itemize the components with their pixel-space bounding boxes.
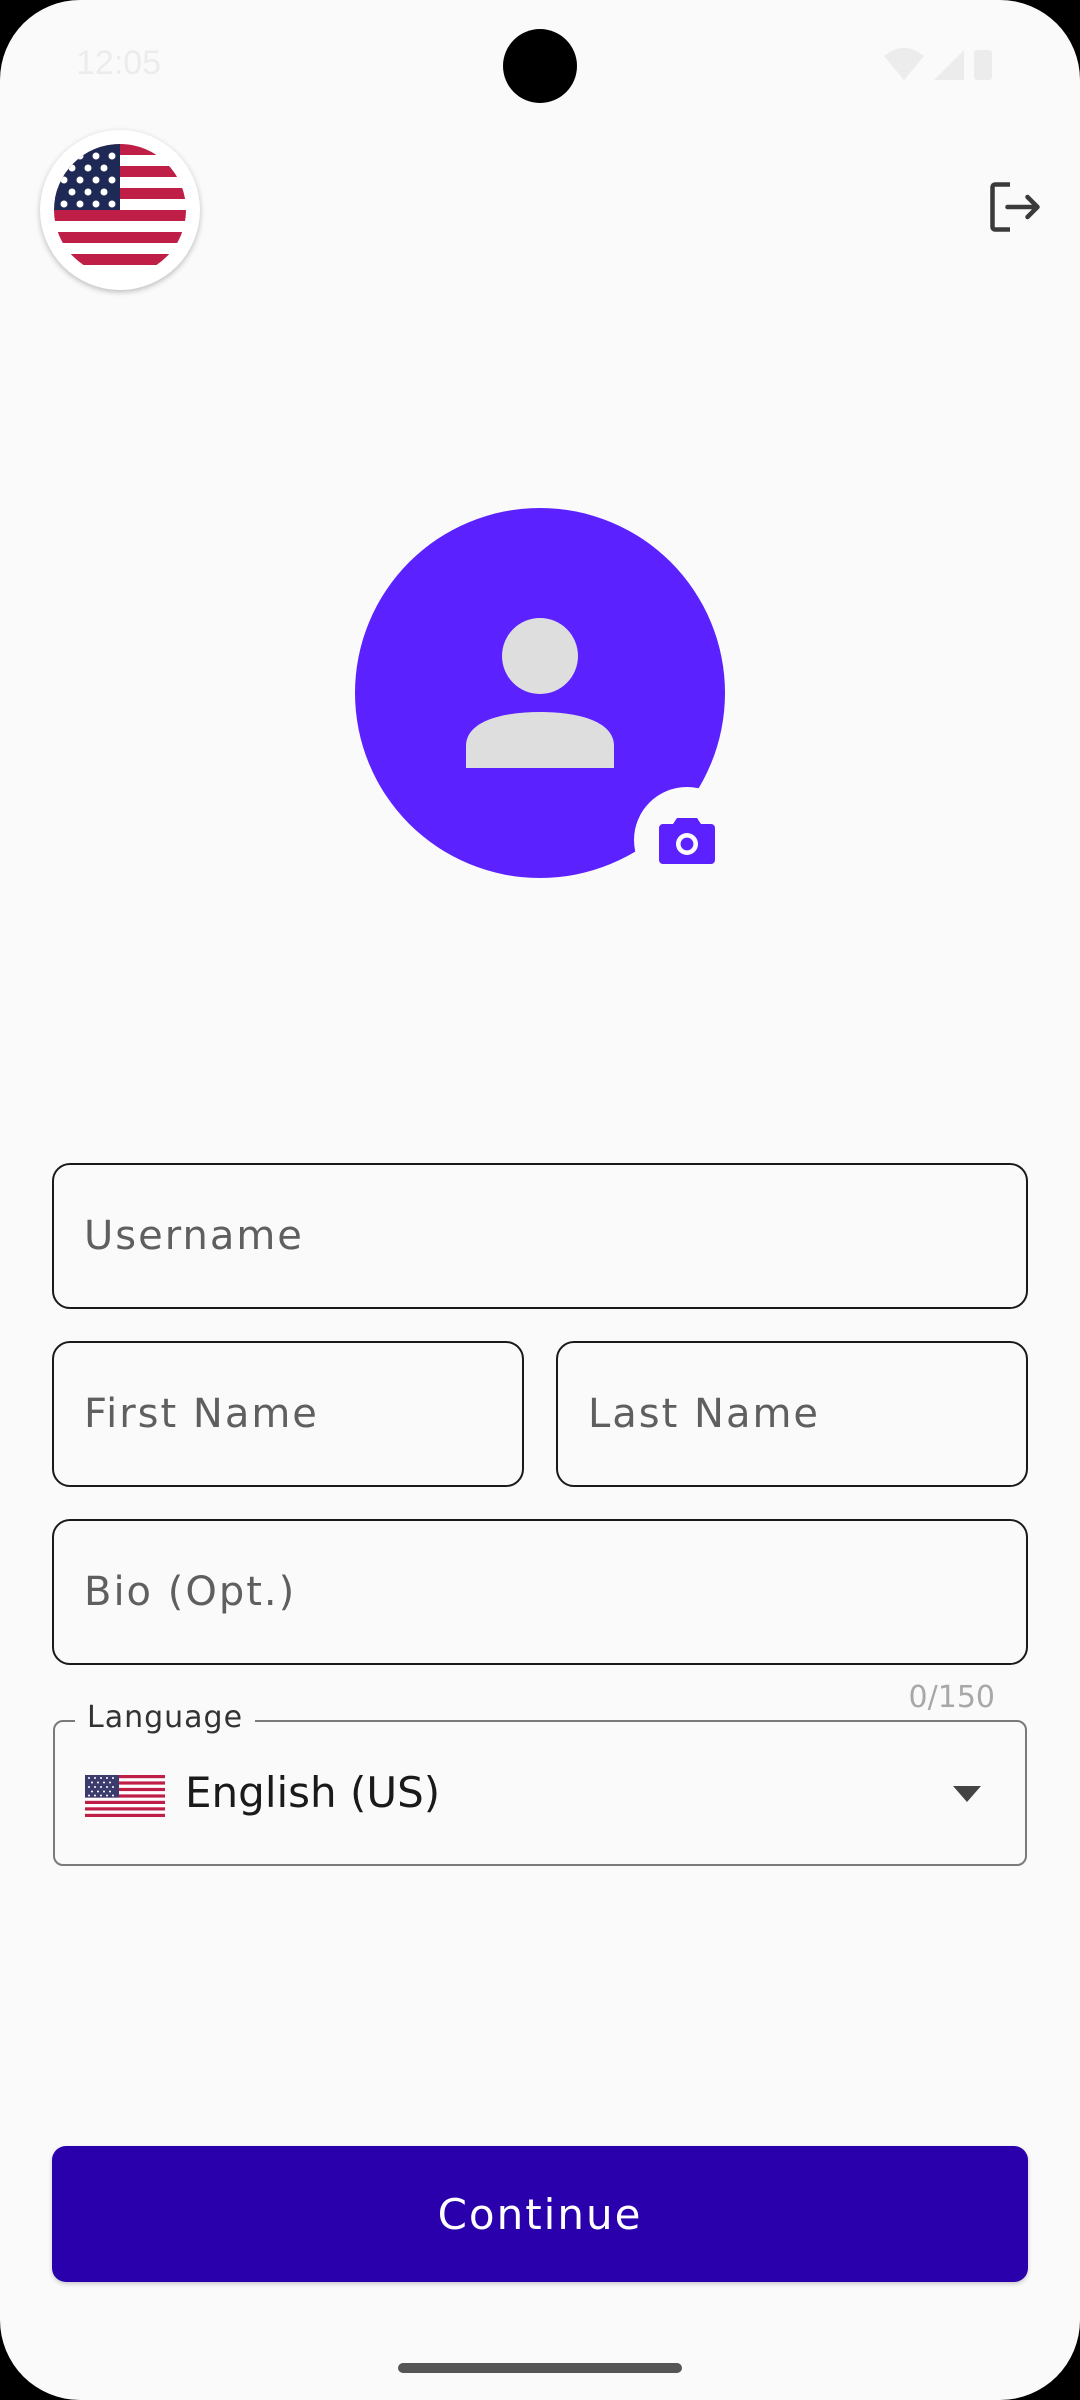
country-selector-button[interactable] [40, 130, 200, 290]
status-time: 12:05 [76, 44, 162, 82]
chevron-down-icon [953, 1786, 981, 1802]
username-field[interactable] [52, 1163, 1028, 1309]
first-name-field[interactable] [52, 1341, 524, 1487]
status-icons [884, 48, 992, 80]
bio-character-counter: 0/150 [908, 1680, 995, 1715]
language-label: Language [75, 1700, 256, 1735]
camera-cutout [503, 29, 577, 103]
username-input[interactable] [54, 1165, 1026, 1307]
wifi-icon [884, 48, 924, 80]
home-indicator[interactable] [398, 2363, 682, 2373]
signal-icon [934, 50, 964, 80]
language-select[interactable]: Language English (US) [53, 1700, 1027, 1866]
last-name-input[interactable] [558, 1343, 1026, 1485]
status-bar: 12:05 [0, 0, 1080, 130]
bio-field[interactable] [52, 1519, 1028, 1665]
logout-icon [990, 182, 1040, 232]
continue-button[interactable]: Continue [52, 2146, 1028, 2282]
bio-input[interactable] [54, 1521, 1026, 1663]
us-flag-icon [54, 144, 186, 276]
first-name-input[interactable] [54, 1343, 522, 1485]
camera-icon [659, 818, 715, 864]
logout-button[interactable] [978, 170, 1052, 244]
change-photo-button[interactable] [634, 787, 740, 893]
battery-icon [974, 50, 992, 80]
app-screen: 12:05 Username First Name Last Name Bio … [0, 0, 1080, 2400]
language-value: English (US) [185, 1768, 441, 1817]
us-flag-icon [85, 1775, 165, 1817]
last-name-field[interactable] [556, 1341, 1028, 1487]
